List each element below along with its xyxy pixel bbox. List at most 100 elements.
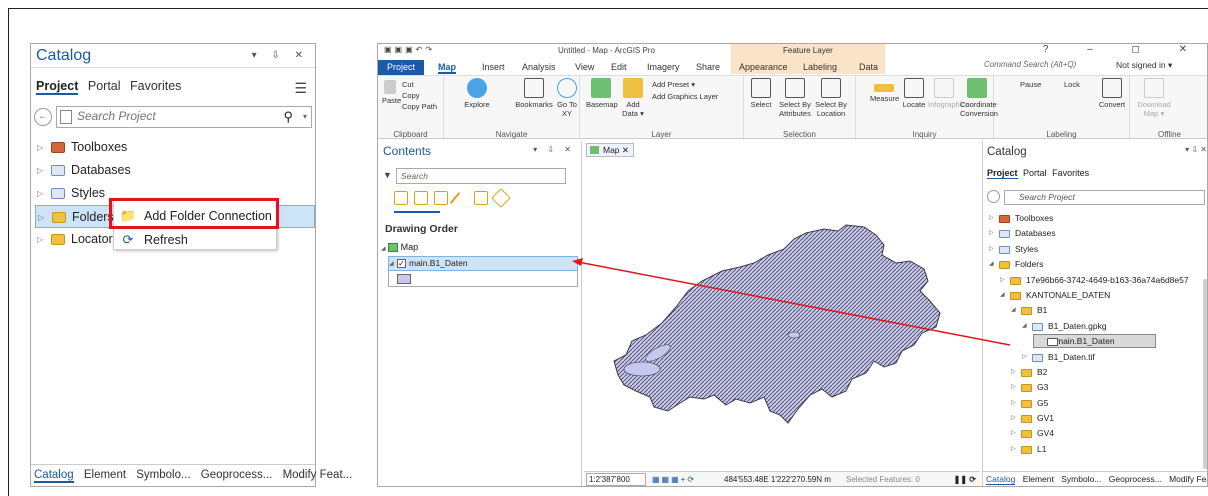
tab-map[interactable]: Map	[438, 62, 456, 74]
copy-button[interactable]: Copy	[402, 91, 420, 100]
select-button[interactable]: Select	[748, 78, 774, 109]
copy-path-button[interactable]: Copy Path	[402, 102, 437, 111]
collapse-icon[interactable]: ◢	[989, 257, 994, 272]
status-tools-icons[interactable]: ▦▦▦+⟳	[652, 472, 696, 486]
tab-portal[interactable]: Portal	[1023, 168, 1047, 178]
infographics-button[interactable]: Infographics	[928, 78, 969, 109]
menu-item-refresh[interactable]: ⟳ Refresh	[118, 229, 274, 251]
tab-project[interactable]: Project	[36, 79, 79, 95]
tab-imagery[interactable]: Imagery	[647, 62, 680, 72]
tab-share[interactable]: Share	[696, 62, 720, 72]
add-data-button[interactable]: Add Data ▾	[620, 78, 646, 118]
pane-window-buttons[interactable]: ▾ ⇩ ✕	[1185, 145, 1207, 154]
explore-button[interactable]: Explore	[464, 78, 490, 109]
tab-project[interactable]: Project	[987, 168, 1018, 179]
catalog-search-input[interactable]	[77, 109, 277, 123]
basemap-button[interactable]: Basemap	[586, 78, 618, 109]
scale-selector[interactable]: 1:2'387'800	[586, 473, 646, 486]
bottom-tab-symbology[interactable]: Symbolo...	[1061, 474, 1101, 484]
tree-item[interactable]: main.B1_Daten	[985, 334, 1207, 349]
collapse-icon[interactable]: ◢	[381, 246, 386, 252]
select-by-attributes-button[interactable]: Select By Attributes	[778, 78, 812, 118]
pane-window-buttons[interactable]: ▾ ⇩ ✕	[252, 50, 309, 61]
menu-icon[interactable]: ☰	[294, 80, 307, 97]
back-icon[interactable]: ←	[34, 108, 52, 126]
tree-item[interactable]: ▷ G5	[985, 396, 1207, 411]
tree-item[interactable]: ▷ GV4	[985, 426, 1207, 441]
expand-icon[interactable]: ▷	[38, 206, 44, 229]
locate-button[interactable]: Locate	[902, 78, 926, 109]
tree-item[interactable]: ▷ G3	[985, 380, 1207, 395]
expand-icon[interactable]: ▷	[989, 226, 994, 241]
tab-data[interactable]: Data	[859, 62, 878, 72]
bottom-tab-symbology[interactable]: Symbolo...	[136, 469, 190, 481]
expand-icon[interactable]: ▷	[1011, 426, 1016, 441]
layer-visibility-checkbox[interactable]: ✓	[397, 259, 406, 268]
expand-icon[interactable]: ▷	[1011, 442, 1016, 457]
catalog-search-input[interactable]: Search Project	[1004, 190, 1205, 205]
tree-item-toolboxes[interactable]: ▷ Toolboxes	[35, 136, 315, 159]
selected-features-count[interactable]: Selected Features: 0	[846, 472, 920, 486]
tab-insert[interactable]: Insert	[482, 62, 505, 72]
data-source-icon[interactable]	[414, 191, 428, 205]
expand-icon[interactable]: ▷	[1011, 380, 1016, 395]
chevron-down-icon[interactable]: ▾	[303, 112, 307, 121]
map-view[interactable]: Map ✕ 1:2'387'800 ▦▦▦+⟳ 484'553.48E 1'22…	[584, 141, 980, 486]
tree-item[interactable]: ▷ B2	[985, 365, 1207, 380]
vertical-scrollbar[interactable]	[1203, 279, 1207, 469]
tree-item-databases[interactable]: ▷ Databases	[35, 159, 315, 182]
expand-icon[interactable]: ▷	[1011, 396, 1016, 411]
measure-button[interactable]: Measure	[870, 78, 899, 103]
expand-icon[interactable]: ▷	[1022, 350, 1027, 365]
window-controls[interactable]: ? – ◻ ✕	[1043, 44, 1205, 55]
bottom-tab-modify-features[interactable]: Modify Feat...	[283, 469, 353, 481]
tree-item[interactable]: ▷ L1	[985, 442, 1207, 457]
expand-icon[interactable]: ▷	[1011, 365, 1016, 380]
expand-icon[interactable]: ▷	[1011, 411, 1016, 426]
editing-icon[interactable]	[449, 191, 461, 205]
expand-icon[interactable]: ▷	[37, 182, 43, 205]
bottom-tab-geoprocessing[interactable]: Geoprocess...	[1109, 474, 1162, 484]
tree-item[interactable]: ▷ 17e96b66-3742-4649-b163-36a74a6d8e57	[985, 273, 1207, 288]
tree-item[interactable]: ◢ B1_Daten.gpkg	[985, 319, 1207, 334]
collapse-icon[interactable]: ◢	[1000, 288, 1005, 303]
download-map-button[interactable]: Download Map ▾	[1136, 78, 1172, 118]
lock-labeling-button[interactable]: Lock	[1064, 80, 1080, 89]
selection-icon[interactable]	[434, 191, 448, 205]
tab-view[interactable]: View	[575, 62, 594, 72]
pause-refresh-icons[interactable]: ❚❚ ⟳	[954, 472, 976, 486]
collapse-icon[interactable]: ◢	[1011, 303, 1016, 318]
cut-button[interactable]: Cut	[402, 80, 414, 89]
convert-button[interactable]: Convert	[1098, 78, 1126, 109]
quick-access-icons[interactable]: ▣▣▣↶↷	[384, 45, 435, 54]
tree-item[interactable]: ◢ Folders	[985, 257, 1207, 272]
expand-icon[interactable]: ▷	[37, 228, 43, 251]
expand-icon[interactable]: ▷	[989, 242, 994, 257]
bottom-tab-catalog[interactable]: Catalog	[986, 474, 1016, 485]
bottom-tab-element[interactable]: Element	[1023, 474, 1054, 484]
collapse-icon[interactable]: ◢	[389, 258, 394, 271]
command-search-input[interactable]: Command Search (Alt+Q)	[984, 60, 1104, 73]
tree-item[interactable]: ◢ B1	[985, 303, 1207, 318]
pause-labeling-button[interactable]: Pause	[1020, 80, 1041, 89]
search-icon[interactable]: ⚲	[283, 109, 293, 125]
bottom-tab-element[interactable]: Element	[84, 469, 126, 481]
paste-button[interactable]: Paste	[382, 80, 401, 105]
add-graphics-layer-button[interactable]: Add Graphics Layer	[652, 92, 718, 101]
coordinate-conversion-button[interactable]: Coordinate Conversion	[960, 78, 998, 118]
tab-project[interactable]: Project	[378, 60, 424, 75]
tab-labeling[interactable]: Labeling	[803, 62, 837, 72]
pane-window-buttons[interactable]: ▾ ⇩ ✕	[533, 145, 575, 154]
bookmarks-button[interactable]: Bookmarks	[514, 78, 554, 109]
add-preset-button[interactable]: Add Preset ▾	[652, 80, 695, 89]
tab-favorites[interactable]: Favorites	[1052, 168, 1089, 178]
goto-xy-button[interactable]: Go To XY	[556, 78, 578, 118]
search-scope-icon[interactable]	[60, 110, 72, 124]
expand-icon[interactable]: ▷	[37, 136, 43, 159]
tree-item[interactable]: ▷ Databases	[985, 226, 1207, 241]
tab-analysis[interactable]: Analysis	[522, 62, 556, 72]
tree-item-map[interactable]: ◢ Map	[381, 242, 418, 253]
tree-item[interactable]: ▷ Styles	[985, 242, 1207, 257]
expand-icon[interactable]: ▷	[1000, 273, 1005, 288]
symbol-swatch[interactable]	[397, 274, 411, 284]
